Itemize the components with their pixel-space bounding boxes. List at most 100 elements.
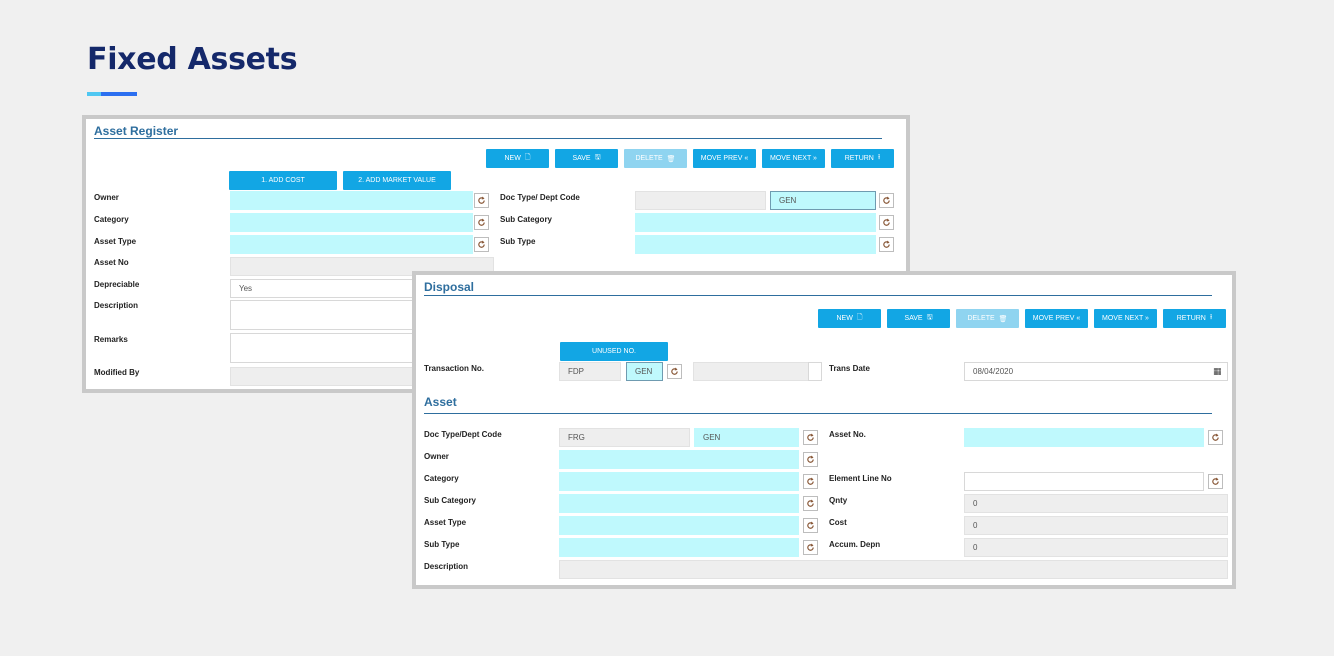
- doc-type-field: [635, 191, 766, 210]
- return-button[interactable]: RETURN ⭱: [831, 149, 894, 168]
- trans-date-field[interactable]: 08/04/2020: [964, 362, 1228, 381]
- add-market-value-button[interactable]: 2. ADD MARKET VALUE: [343, 171, 451, 190]
- refresh-icon[interactable]: [879, 237, 894, 252]
- transaction-suffix-field: [808, 362, 822, 381]
- move-prev-button[interactable]: MOVE PREV «: [693, 149, 756, 168]
- move-prev-button[interactable]: MOVE PREV «: [1025, 309, 1088, 328]
- category-field[interactable]: [230, 213, 473, 232]
- refresh-icon[interactable]: [803, 452, 818, 467]
- transaction-dept-field[interactable]: GEN: [626, 362, 663, 381]
- sub-type-label: Sub Type: [500, 237, 536, 246]
- disposal-title: Disposal: [424, 280, 475, 294]
- qnty-field: 0: [964, 494, 1228, 513]
- accum-depn-field: 0: [964, 538, 1228, 557]
- doc-type-field: FRG: [559, 428, 690, 447]
- save-button[interactable]: SAVE 🖫: [887, 309, 950, 328]
- add-cost-button[interactable]: 1. ADD COST: [229, 171, 337, 190]
- section-divider: [424, 413, 1212, 414]
- description-label: Description: [94, 301, 139, 310]
- remarks-label: Remarks: [94, 335, 128, 344]
- asset-no-label: Asset No: [94, 258, 129, 267]
- trash-icon: 🗑: [998, 315, 1008, 323]
- remarks-field[interactable]: [230, 333, 420, 363]
- dept-code-field[interactable]: GEN: [770, 191, 876, 210]
- asset-no-field[interactable]: [964, 428, 1204, 447]
- asset-type-label: Asset Type: [94, 237, 137, 246]
- refresh-icon[interactable]: [803, 474, 818, 489]
- depreciable-label: Depreciable: [94, 280, 140, 289]
- modified-by-field: [230, 367, 420, 386]
- section-divider: [94, 138, 882, 139]
- sub-type-field[interactable]: [559, 538, 799, 557]
- refresh-icon[interactable]: [879, 193, 894, 208]
- section-divider: [424, 295, 1212, 296]
- move-next-button[interactable]: MOVE NEXT »: [1094, 309, 1157, 328]
- dept-code-field[interactable]: GEN: [694, 428, 799, 447]
- refresh-icon[interactable]: [803, 430, 818, 445]
- doc-type-label: Doc Type/Dept Code: [424, 430, 502, 439]
- description-field[interactable]: [230, 300, 420, 330]
- disposal-window: Disposal NEW 🗋 SAVE 🖫 DELETE 🗑 MOVE PREV « …: [412, 271, 1236, 589]
- new-button[interactable]: NEW 🗋: [486, 149, 549, 168]
- asset-register-title: Asset Register: [94, 124, 179, 138]
- asset-type-field[interactable]: [559, 516, 799, 535]
- file-icon: 🗋: [524, 154, 531, 161]
- cost-field: 0: [964, 516, 1228, 535]
- file-icon: 🗋: [856, 314, 863, 321]
- unused-no-button[interactable]: UNUSED NO.: [560, 342, 668, 361]
- asset-type-label: Asset Type: [424, 518, 467, 527]
- sub-type-label: Sub Type: [424, 540, 460, 549]
- refresh-icon[interactable]: [803, 518, 818, 533]
- owner-field[interactable]: [559, 450, 799, 469]
- description-field: [559, 560, 1228, 579]
- return-button[interactable]: RETURN ⭱: [1163, 309, 1226, 328]
- refresh-icon[interactable]: [1208, 474, 1223, 489]
- category-label: Category: [94, 215, 129, 224]
- refresh-icon[interactable]: [879, 215, 894, 230]
- sub-category-label: Sub Category: [500, 215, 553, 224]
- sub-type-field[interactable]: [635, 235, 876, 254]
- transaction-prefix-field: FDP: [559, 362, 621, 381]
- qnty-label: Qnty: [829, 496, 848, 505]
- asset-section-title: Asset: [424, 395, 457, 409]
- arrow-up-icon: ⭱: [1209, 314, 1213, 321]
- owner-field[interactable]: [230, 191, 473, 210]
- refresh-icon[interactable]: [803, 496, 818, 511]
- title-underline: [87, 92, 137, 96]
- sub-category-field[interactable]: [559, 494, 799, 513]
- trash-icon: 🗑: [666, 155, 676, 163]
- page-title: Fixed Assets: [87, 42, 298, 77]
- description-label: Description: [424, 562, 469, 571]
- transaction-no-label: Transaction No.: [424, 364, 485, 373]
- refresh-icon[interactable]: [1208, 430, 1223, 445]
- refresh-icon[interactable]: [474, 193, 489, 208]
- doc-type-label: Doc Type/ Dept Code: [500, 193, 580, 202]
- refresh-icon[interactable]: [474, 237, 489, 252]
- asset-type-field[interactable]: [230, 235, 473, 254]
- category-field[interactable]: [559, 472, 799, 491]
- accum-depn-label: Accum. Depn: [829, 540, 881, 549]
- refresh-icon[interactable]: [803, 540, 818, 555]
- depreciable-select[interactable]: Yes: [230, 279, 420, 298]
- modified-by-label: Modified By: [94, 368, 140, 377]
- refresh-icon[interactable]: [667, 364, 682, 379]
- calendar-icon[interactable]: ▦: [1213, 366, 1222, 377]
- element-line-no-field[interactable]: [964, 472, 1204, 491]
- new-button[interactable]: NEW 🗋: [818, 309, 881, 328]
- refresh-icon[interactable]: [474, 215, 489, 230]
- asset-no-label: Asset No.: [829, 430, 866, 439]
- sub-category-field[interactable]: [635, 213, 876, 232]
- transaction-number-field: [693, 362, 809, 381]
- owner-label: Owner: [94, 193, 119, 202]
- sub-category-label: Sub Category: [424, 496, 477, 505]
- cost-label: Cost: [829, 518, 847, 527]
- arrow-up-icon: ⭱: [877, 154, 881, 161]
- category-label: Category: [424, 474, 459, 483]
- floppy-icon: 🖫: [594, 154, 601, 161]
- floppy-icon: 🖫: [926, 314, 933, 321]
- delete-button[interactable]: DELETE 🗑: [956, 309, 1019, 328]
- trans-date-label: Trans Date: [829, 364, 870, 373]
- delete-button[interactable]: DELETE 🗑: [624, 149, 687, 168]
- save-button[interactable]: SAVE 🖫: [555, 149, 618, 168]
- move-next-button[interactable]: MOVE NEXT »: [762, 149, 825, 168]
